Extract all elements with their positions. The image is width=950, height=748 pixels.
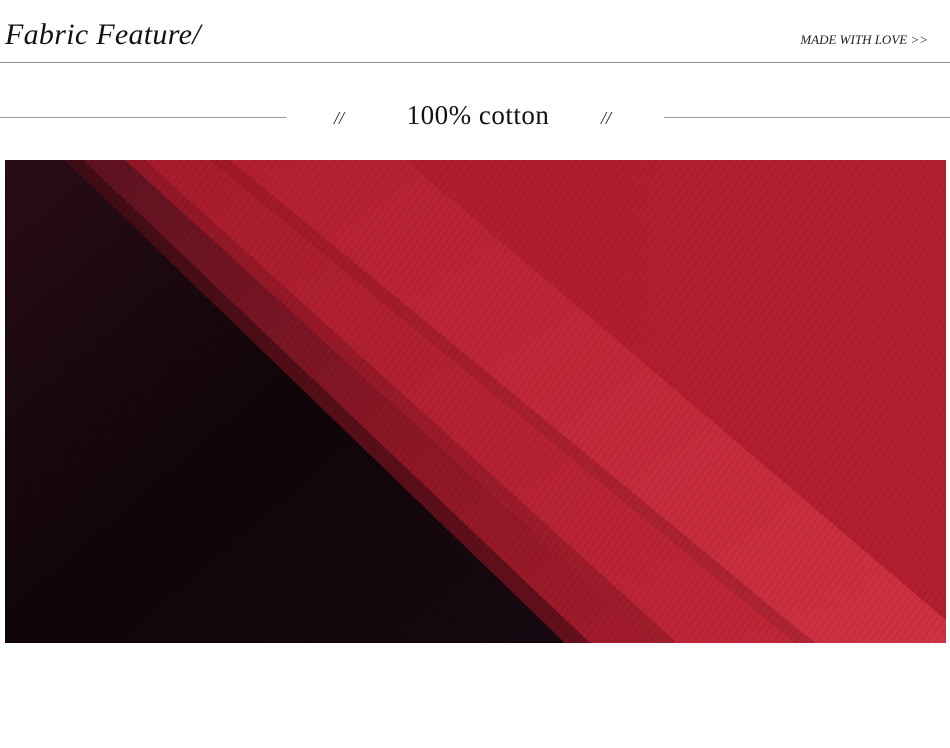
slash-decoration-left: // [334,108,345,128]
slash-decoration-right: // [601,108,612,128]
header-title: Fabric Feature/ [5,18,201,51]
divider-line-right [664,117,950,118]
section-title: 100% cotton [406,100,550,130]
divider-line-left [0,117,286,118]
fabric-photo [5,160,946,643]
page-header: Fabric Feature/ MADE WITH LOVE >> [0,0,950,63]
made-with-love-link[interactable]: MADE WITH LOVE >> [800,32,928,48]
